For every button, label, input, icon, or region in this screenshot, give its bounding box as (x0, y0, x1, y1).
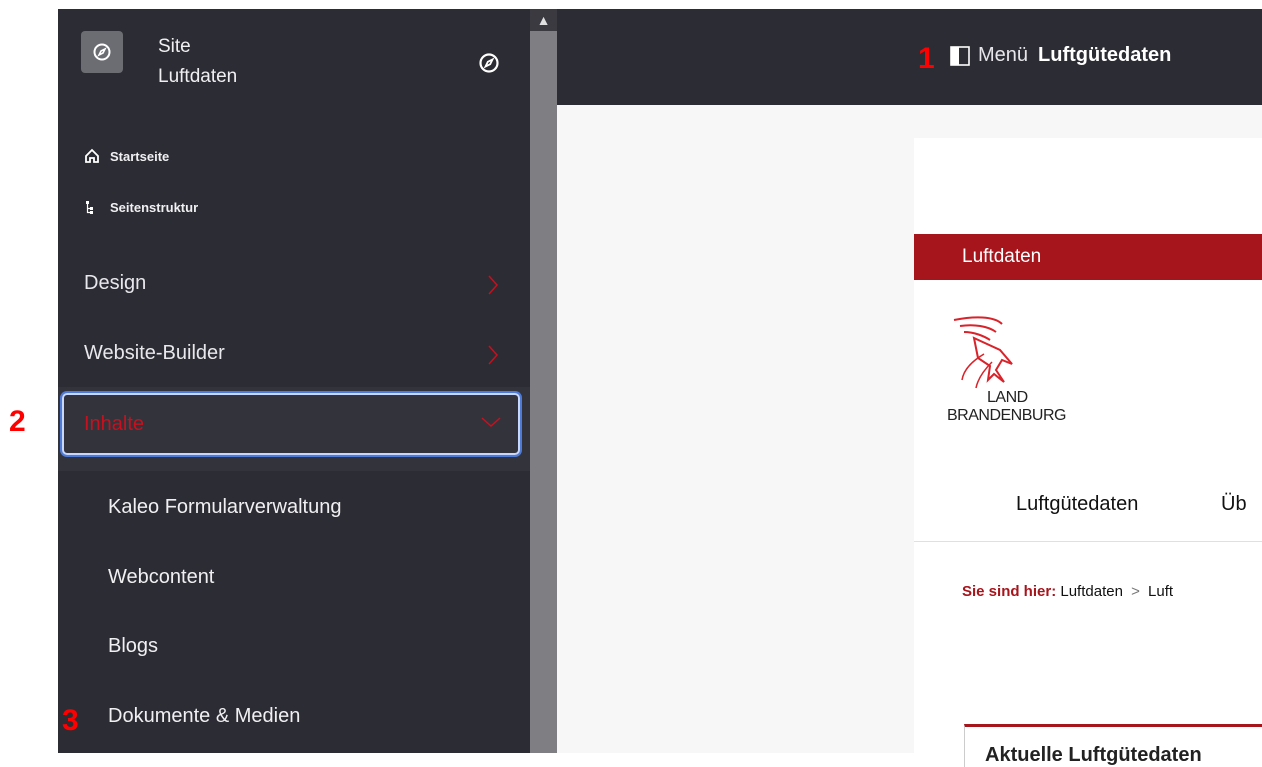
nav-inhalte-label: Inhalte (84, 413, 145, 435)
breadcrumb: Sie sind hier: Luftdaten > Luft (962, 583, 1173, 600)
product-menu-sidebar: Site Luftdaten Startseite Seitenstruktur… (58, 9, 530, 753)
top-control-bar: Menü Luftgütedaten (557, 9, 1262, 105)
site-nav-item[interactable]: Üb (1221, 493, 1247, 516)
site-banner: Luftdaten (914, 234, 1262, 280)
nav-design[interactable]: Design (58, 254, 530, 314)
site-navigation: Luftgütedaten Üb (914, 493, 1262, 542)
site-label: Site (158, 36, 191, 57)
chevron-right-icon (488, 345, 499, 365)
logo-line-2: BRANDENBURG (947, 407, 1066, 424)
menu-toggle-button[interactable]: Menü Luftgütedaten (950, 44, 1171, 67)
nav-blogs[interactable]: Blogs (108, 635, 158, 658)
page-preview: Luftdaten LAND BRANDENBURG Luftgütedaten… (914, 138, 1262, 767)
home-link[interactable]: Startseite (84, 148, 169, 164)
nav-inhalte[interactable]: Inhalte (62, 393, 520, 455)
brandenburg-eagle-logo[interactable] (944, 310, 1044, 392)
page-tree-icon (86, 201, 93, 214)
site-title: Luftdaten (158, 66, 238, 87)
annotation-marker-1: 1 (918, 42, 935, 75)
news-box-title: Aktuelle Luftgütedaten (985, 744, 1202, 766)
sidebar-toggle-icon (950, 45, 970, 66)
nav-documents-media[interactable]: Dokumente & Medien (108, 705, 300, 728)
page-structure-label: Seitenstruktur (110, 199, 199, 215)
home-label: Startseite (110, 148, 170, 164)
sidebar-scrollbar[interactable] (530, 9, 557, 753)
breadcrumb-separator: > (1131, 583, 1140, 600)
page-structure-link[interactable]: Seitenstruktur (84, 199, 198, 215)
site-compass-icon (81, 31, 123, 73)
logo-line-1: LAND (987, 389, 1028, 406)
page-preview-area: Luftdaten LAND BRANDENBURG Luftgütedaten… (557, 105, 1262, 767)
menu-label: Menü (978, 44, 1029, 66)
breadcrumb-prefix: Sie sind hier: (962, 583, 1057, 600)
home-icon (85, 148, 99, 163)
scroll-up-icon[interactable]: ▲ (530, 9, 557, 31)
logo-wordmark: LAND BRANDENBURG (947, 389, 1066, 425)
site-nav-item[interactable]: Luftgütedaten (1016, 493, 1138, 516)
nav-design-label: Design (84, 272, 147, 294)
site-banner-title: Luftdaten (962, 246, 1042, 267)
site-name[interactable]: Site Luftdaten (158, 32, 237, 92)
chevron-right-icon (488, 275, 499, 295)
page-title: Luftgütedaten (1038, 44, 1172, 66)
annotation-marker-3: 3 (62, 704, 79, 737)
nav-webcontent[interactable]: Webcontent (108, 566, 214, 589)
nav-kaleo-forms[interactable]: Kaleo Formularverwaltung (108, 496, 341, 519)
site-selector-compass-icon[interactable] (478, 52, 500, 74)
chevron-down-icon (481, 417, 501, 428)
news-box: Aktuelle Luftgütedaten (964, 724, 1262, 767)
nav-website-builder-label: Website-Builder (84, 342, 225, 364)
nav-website-builder[interactable]: Website-Builder (58, 324, 530, 384)
breadcrumb-item[interactable]: Luftdaten (1060, 583, 1123, 600)
breadcrumb-item[interactable]: Luft (1148, 583, 1173, 600)
annotation-marker-2: 2 (9, 405, 26, 438)
